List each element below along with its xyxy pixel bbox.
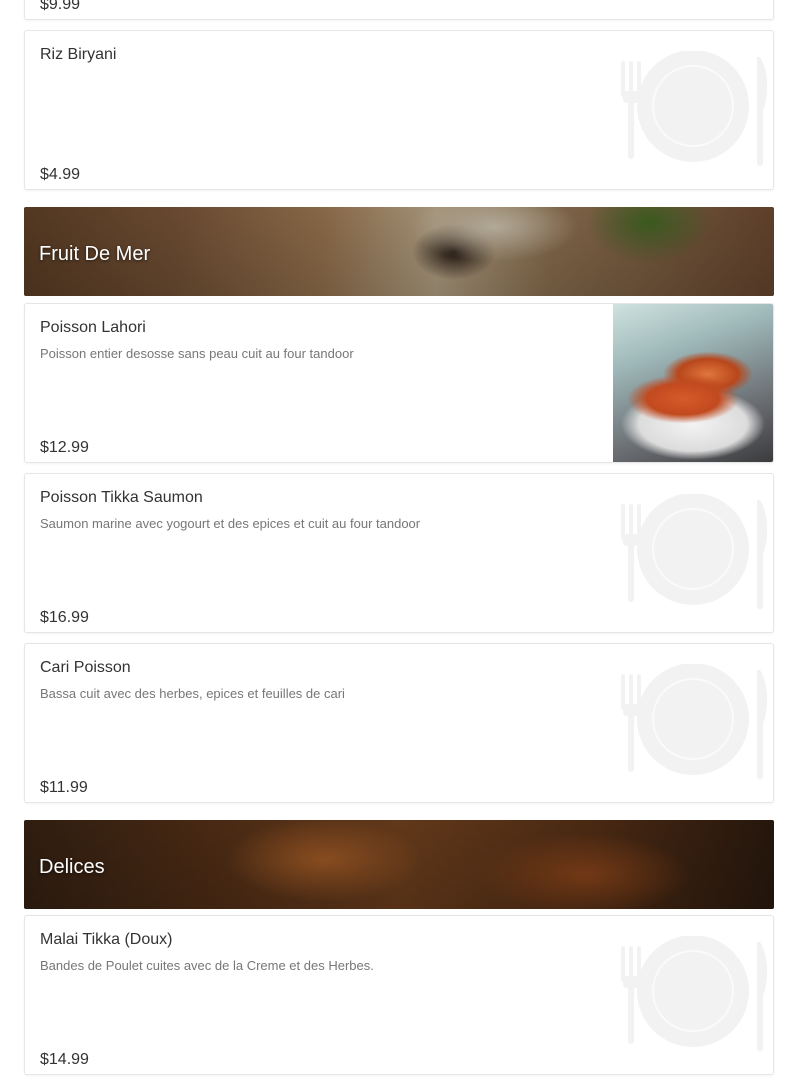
plate-placeholder-icon <box>620 51 769 167</box>
item-name: Riz Biryani <box>40 46 117 63</box>
item-price: $14.99 <box>40 1051 89 1068</box>
category-header-fruit-de-mer: Fruit De Mer <box>24 207 774 296</box>
plate-placeholder-icon <box>620 936 769 1052</box>
menu-item-card[interactable]: Malai Tikka (Doux) Bandes de Poulet cuit… <box>24 915 774 1075</box>
plate-placeholder-icon <box>620 664 769 780</box>
menu-item-card[interactable]: Cari Poisson Bassa cuit avec des herbes,… <box>24 643 774 803</box>
menu-item-card[interactable]: Poisson Lahori Poisson entier desosse sa… <box>24 303 774 463</box>
menu-item-card[interactable]: $9.99 <box>24 0 774 20</box>
category-title: Fruit De Mer <box>39 243 151 265</box>
item-name: Cari Poisson <box>40 659 131 676</box>
item-description: Bandes de Poulet cuites avec de la Creme… <box>40 958 374 973</box>
item-description: Bassa cuit avec des herbes, epices et fe… <box>40 686 345 701</box>
item-price: $9.99 <box>40 0 81 13</box>
menu-item-card[interactable]: Riz Biryani $4.99 <box>24 30 774 190</box>
item-price: $4.99 <box>40 166 81 183</box>
category-title: Delices <box>39 856 105 878</box>
item-price: $11.99 <box>40 779 88 796</box>
plate-placeholder-icon <box>620 494 769 610</box>
item-photo <box>613 304 773 462</box>
item-name: Poisson Tikka Saumon <box>40 489 203 506</box>
item-description: Saumon marine avec yogourt et des epices… <box>40 516 421 531</box>
item-name: Poisson Lahori <box>40 319 146 336</box>
item-price: $16.99 <box>40 609 89 626</box>
item-description: Poisson entier desosse sans peau cuit au… <box>40 346 354 361</box>
item-name: Malai Tikka (Doux) <box>40 931 173 948</box>
menu-item-card[interactable]: Poisson Tikka Saumon Saumon marine avec … <box>24 473 774 633</box>
category-header-delices: Delices <box>24 820 774 909</box>
item-price: $12.99 <box>40 439 89 456</box>
